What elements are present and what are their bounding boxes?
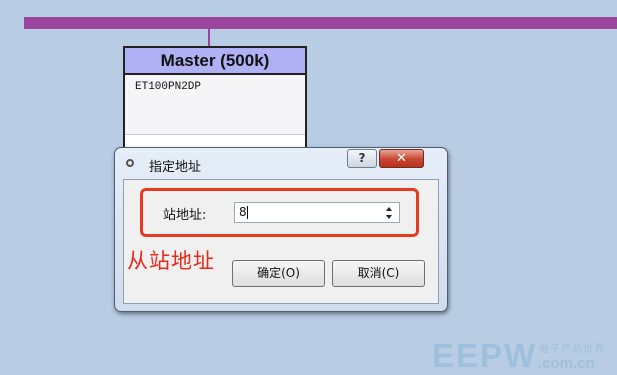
profibus-line: [24, 17, 617, 29]
watermark-logo: EEPW: [432, 337, 538, 374]
assign-address-dialog: 指定地址 ? ✕ 站地址: 8 从站地址 确定(O) 取消(C): [114, 147, 448, 312]
dialog-title: 指定地址: [149, 160, 202, 175]
watermark-tagline: 电子产品世界: [539, 344, 605, 355]
device-model: ET100PN2DP: [125, 75, 305, 135]
help-button[interactable]: ?: [347, 149, 377, 168]
bus-drop-line: [208, 29, 210, 47]
eepw-watermark: EEPW 电子产品世界 .com.cn: [432, 337, 617, 375]
app-icon: [126, 159, 134, 167]
highlight-box: [140, 188, 419, 237]
dialog-titlebar[interactable]: 指定地址 ? ✕: [115, 148, 447, 178]
device-title: Master (500k): [125, 48, 305, 75]
watermark-domain: .com.cn: [538, 355, 595, 372]
dialog-body: 站地址: 8 从站地址 确定(O) 取消(C): [123, 179, 439, 304]
cancel-button[interactable]: 取消(C): [332, 260, 425, 287]
close-button[interactable]: ✕: [379, 149, 424, 168]
annotation-label: 从站地址: [127, 249, 215, 273]
ok-button[interactable]: 确定(O): [232, 260, 325, 287]
